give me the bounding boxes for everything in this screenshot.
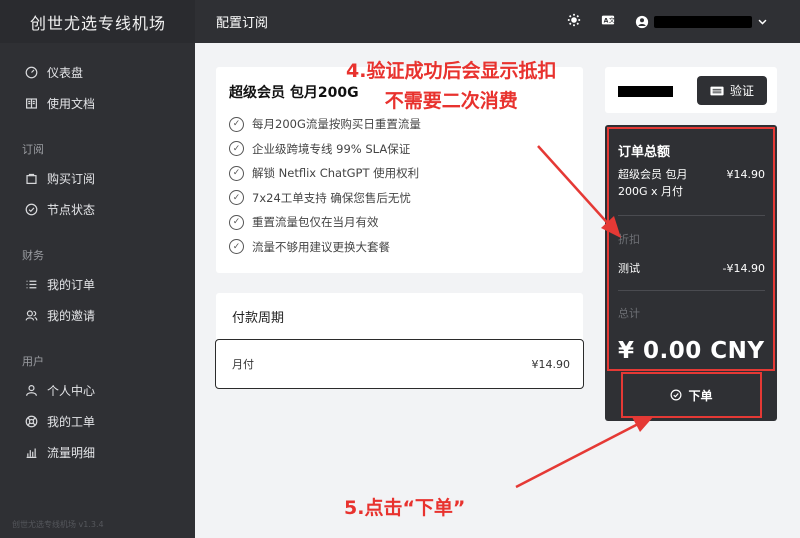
bag-icon bbox=[24, 172, 38, 186]
sidebar-item-my-invites[interactable]: 我的邀请 bbox=[0, 300, 195, 331]
gear-icon[interactable] bbox=[567, 12, 581, 31]
coupon-name: 测试 bbox=[618, 262, 640, 275]
period-option-label: 月付 bbox=[232, 358, 254, 371]
sidebar-group-user: 用户 bbox=[22, 355, 44, 368]
verify-coupon-button[interactable]: 验证 bbox=[697, 76, 767, 105]
app-version: 创世尤选专线机场 v1.3.4 bbox=[12, 520, 104, 529]
discount-label: 折扣 bbox=[618, 233, 640, 246]
place-order-button[interactable]: 下单 bbox=[618, 377, 765, 413]
sidebar-group-subscription: 订阅 bbox=[22, 143, 44, 156]
sidebar-item-label: 购买订阅 bbox=[47, 172, 96, 186]
order-summary: 订单总额 超级会员 包月 200G x 月付 ¥14.90 折扣 测试 -¥14.… bbox=[605, 125, 777, 421]
sidebar-item-my-orders[interactable]: 我的订单 bbox=[0, 269, 195, 300]
sidebar-item-label: 我的邀请 bbox=[47, 309, 96, 323]
sidebar-item-label: 我的工单 bbox=[47, 415, 96, 429]
sidebar-item-label: 节点状态 bbox=[47, 203, 96, 217]
svg-text:A: A bbox=[604, 18, 609, 25]
verify-label: 验证 bbox=[729, 84, 754, 98]
support-icon bbox=[24, 415, 38, 429]
plan-feature-text: 流量不够用建议更换大套餐 bbox=[252, 239, 390, 254]
plan-feature: ✓ 企业级跨境专线 99% SLA保证 bbox=[229, 137, 570, 162]
check-icon: ✓ bbox=[229, 116, 244, 132]
check-icon: ✓ bbox=[229, 165, 244, 181]
sidebar-item-dashboard[interactable]: 仪表盘 bbox=[0, 57, 195, 88]
sidebar: 创世尤选专线机场 仪表盘 使用文档 订阅 购买订阅 节点状态 财务 我的订单 我… bbox=[0, 0, 195, 538]
sidebar-item-label: 使用文档 bbox=[47, 97, 96, 111]
sidebar-item-docs[interactable]: 使用文档 bbox=[0, 88, 195, 119]
user-menu[interactable] bbox=[635, 15, 768, 29]
plan-feature: ✓ 7x24工单支持 确保您售后无忧 bbox=[229, 186, 570, 211]
svg-text:文: 文 bbox=[609, 17, 615, 25]
coupon-value: -¥14.90 bbox=[722, 262, 765, 275]
annotation-step4: 4.验证成功后会显示抵扣 不需要二次消费 bbox=[346, 60, 557, 112]
app-brand: 创世尤选专线机场 bbox=[0, 0, 195, 43]
top-header: 配置订阅 A文 bbox=[195, 0, 800, 43]
check-icon: ✓ bbox=[229, 239, 244, 255]
sidebar-item-tickets[interactable]: 我的工单 bbox=[0, 406, 195, 437]
sidebar-item-label: 仪表盘 bbox=[47, 66, 84, 80]
check-circle-icon bbox=[671, 389, 682, 401]
header-actions: A文 bbox=[567, 0, 768, 43]
sidebar-item-profile[interactable]: 个人中心 bbox=[0, 375, 195, 406]
check-icon: ✓ bbox=[229, 190, 244, 206]
coupon-box: 验证 bbox=[605, 67, 777, 113]
plan-feature: ✓ 流量不够用建议更换大套餐 bbox=[229, 235, 570, 260]
summary-item-line: 超级会员 包月 200G x 月付 ¥14.90 bbox=[618, 166, 765, 200]
summary-divider bbox=[618, 290, 765, 291]
bar-chart-icon bbox=[24, 446, 38, 460]
sidebar-item-label: 流量明细 bbox=[47, 446, 96, 460]
total-value: ¥ 0.00 CNY bbox=[618, 338, 765, 364]
sidebar-item-label: 个人中心 bbox=[47, 384, 96, 398]
user-icon bbox=[635, 15, 649, 28]
plan-feature-text: 企业级跨境专线 99% SLA保证 bbox=[252, 141, 411, 156]
list-icon bbox=[24, 278, 38, 292]
redacted-username bbox=[654, 15, 752, 28]
sidebar-item-node-status[interactable]: 节点状态 bbox=[0, 194, 195, 225]
plan-feature: ✓ 解锁 Netflix ChatGPT 使用权利 bbox=[229, 161, 570, 186]
sidebar-item-buy-subscription[interactable]: 购买订阅 bbox=[0, 163, 195, 194]
total-label: 总计 bbox=[618, 307, 640, 320]
sidebar-item-label: 我的订单 bbox=[47, 278, 96, 292]
summary-divider bbox=[618, 215, 765, 216]
annotation-step5: 5.点击“下单” bbox=[344, 497, 466, 519]
plan-feature-text: 每月200G流量按购买日重置流量 bbox=[252, 117, 421, 132]
dashboard-icon bbox=[24, 66, 38, 80]
summary-coupon-line: 测试 -¥14.90 bbox=[618, 260, 765, 277]
translate-icon[interactable]: A文 bbox=[601, 12, 615, 31]
place-order-label: 下单 bbox=[688, 388, 713, 403]
plan-feature-text: 解锁 Netflix ChatGPT 使用权利 bbox=[252, 166, 420, 181]
check-circle-icon bbox=[24, 203, 38, 217]
period-option-monthly[interactable]: 月付 ¥14.90 bbox=[215, 339, 584, 389]
payment-period-title: 付款周期 bbox=[232, 311, 285, 326]
ticket-icon bbox=[710, 86, 724, 95]
period-option-price: ¥14.90 bbox=[531, 357, 571, 371]
sidebar-group-finance: 财务 bbox=[22, 249, 44, 262]
page-title: 配置订阅 bbox=[216, 16, 269, 31]
plan-feature: ✓ 重置流量包仅在当月有效 bbox=[229, 210, 570, 235]
check-icon: ✓ bbox=[229, 141, 244, 157]
summary-title: 订单总额 bbox=[618, 145, 671, 160]
plan-feature-text: 7x24工单支持 确保您售后无忧 bbox=[252, 190, 411, 205]
summary-item-name: 超级会员 包月 200G x 月付 bbox=[618, 168, 688, 198]
users-icon bbox=[24, 309, 38, 323]
payment-period-card: 付款周期 月付 ¥14.90 bbox=[215, 293, 584, 389]
chevron-down-icon bbox=[758, 19, 767, 25]
main-content: 超级会员 包月200G ✓ 每月200G流量按购买日重置流量 ✓ 企业级跨境专线 9… bbox=[195, 43, 800, 538]
redacted-coupon-code bbox=[618, 86, 673, 97]
summary-item-price: ¥14.90 bbox=[726, 168, 766, 181]
check-icon: ✓ bbox=[229, 214, 244, 230]
plan-feature-text: 重置流量包仅在当月有效 bbox=[252, 215, 379, 230]
user-icon bbox=[24, 384, 38, 398]
sidebar-item-traffic-details[interactable]: 流量明细 bbox=[0, 437, 195, 468]
book-icon bbox=[24, 97, 38, 111]
